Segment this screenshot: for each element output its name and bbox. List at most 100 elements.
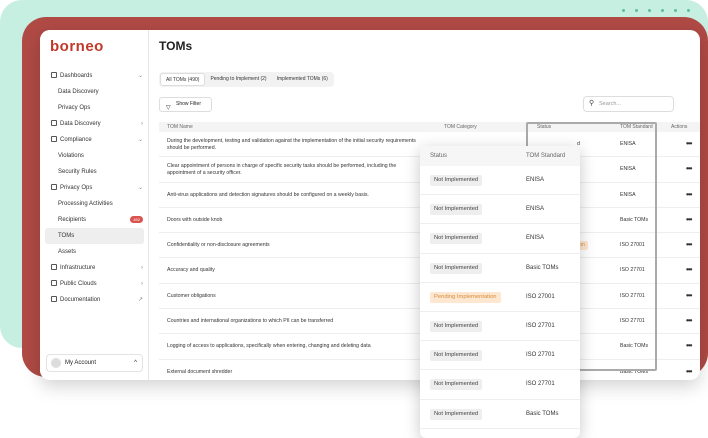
tom-standard-label: ISO 27701 <box>526 322 555 329</box>
popup-row: Not Implemented ISO 27701 <box>420 341 580 371</box>
sidebar-item-label: Assets <box>58 249 77 255</box>
tom-name-cell: Clear appointment of persons in charge o… <box>167 162 397 176</box>
sidebar-item-label: Violations <box>58 153 84 159</box>
row-actions-button[interactable]: ••• <box>686 284 692 307</box>
tom-name-cell: Logging of access to applications, speci… <box>167 343 371 350</box>
header-actions: Actions <box>671 124 688 130</box>
popup-row: Not Implemented ISO 27701 <box>420 370 580 400</box>
decorative-dots <box>622 9 690 12</box>
sidebar-item-violations[interactable]: Violations <box>40 148 149 164</box>
sidebar-item-privacy-ops[interactable]: Privacy Ops <box>40 100 149 116</box>
status-chip: Pending Implementation <box>430 291 501 303</box>
tom-name-cell: Accuracy and quality <box>167 267 215 274</box>
popup-header-standard: TOM Standard <box>526 153 566 159</box>
tom-standard-label: Basic TOMs <box>526 264 559 271</box>
tom-standard-label: ENISA <box>526 206 545 213</box>
chevron-icon: ⌄ <box>137 185 143 191</box>
popup-row: Not Implemented ENISA <box>420 195 580 225</box>
sidebar-item-dashboards[interactable]: Dashboards ⌄ <box>40 68 149 84</box>
sidebar-item-label: Data Discovery <box>60 121 101 127</box>
my-account-button[interactable]: My Account ^ <box>46 354 143 372</box>
page-title: TOMs <box>159 39 193 53</box>
popup-header: Status TOM Standard <box>420 146 580 166</box>
infrastructure-icon <box>51 264 57 270</box>
chevron-up-icon: ^ <box>134 360 137 366</box>
sidebar-item-compliance[interactable]: Compliance ⌄ <box>40 132 149 148</box>
sidebar-item-recipients[interactable]: Recipients 492 <box>40 212 149 228</box>
sidebar-item-label: Infrastructure <box>60 265 96 271</box>
sidebar-item-label: Security Rules <box>58 169 97 175</box>
search-input[interactable]: ⚲ Search... <box>583 96 674 112</box>
sidebar-item-security-rules[interactable]: Security Rules <box>40 164 149 180</box>
row-actions-button[interactable]: ••• <box>686 309 692 332</box>
chevron-icon: › <box>141 265 143 271</box>
tab-pending-to-implement-2[interactable]: Pending to Implement (2) <box>205 73 271 86</box>
tom-name-cell: Confidentiality or non-disclosure agreem… <box>167 242 270 249</box>
sidebar-item-privacy-ops[interactable]: Privacy Ops ⌄ <box>40 180 149 196</box>
account-label: My Account <box>65 360 97 366</box>
popup-body: Not Implemented ENISA Not Implemented ENISA… <box>420 166 580 438</box>
row-actions-button[interactable]: ••• <box>686 208 692 231</box>
status-chip: Not Implemented <box>430 320 483 332</box>
sidebar-item-data-discovery[interactable]: Data Discovery <box>40 84 149 100</box>
header-tom-name[interactable]: TOM Name <box>167 122 193 132</box>
status-chip: Not Implemented <box>430 408 483 420</box>
brand-logo[interactable]: borneo <box>50 38 104 55</box>
compliance-icon <box>51 136 57 142</box>
tab-all-toms-490[interactable]: All TOMs (490) <box>160 73 206 86</box>
chevron-icon: ↗ <box>137 297 143 303</box>
status-chip: Not Implemented <box>430 233 483 245</box>
row-actions-button[interactable]: ••• <box>686 360 692 380</box>
tab-bar: All TOMs (490) Pending to Implement (2) Im… <box>159 72 334 87</box>
tom-standard-label: ENISA <box>526 177 545 183</box>
search-icon: ⚲ <box>589 100 595 107</box>
sidebar-item-toms[interactable]: TOMs <box>45 228 144 244</box>
show-filter-button[interactable]: ▽ Show Filter <box>159 97 212 112</box>
popup-row: Not ImplementedBasic TOMs <box>420 429 580 438</box>
tom-name-cell: During the development, testing and vali… <box>167 137 416 151</box>
doc-icon <box>51 296 57 302</box>
popup-row: Pending Implementation ISO 27001 <box>420 283 580 312</box>
row-actions-button[interactable]: ••• <box>686 132 692 155</box>
cloud-icon <box>51 280 57 286</box>
sidebar-item-label: Data Discovery <box>58 89 99 95</box>
chevron-icon: ⌄ <box>137 137 143 143</box>
sidebar-item-public-clouds[interactable]: Public Clouds › <box>40 276 149 292</box>
sidebar-item-infrastructure[interactable]: Infrastructure › <box>40 260 149 276</box>
avatar <box>51 358 61 368</box>
tom-name-cell: External document shredder <box>167 368 233 375</box>
chevron-icon: › <box>141 121 143 127</box>
tom-standard-label: ISO 27701 <box>526 381 555 388</box>
tab-implemented-toms-6[interactable]: Implemented TOMs (6) <box>272 73 333 86</box>
tom-standard-label: ISO 27701 <box>526 352 555 359</box>
row-actions-button[interactable]: ••• <box>686 334 692 357</box>
sidebar-item-label: Processing Activities <box>58 201 113 207</box>
tom-standard-label: Basic TOMs <box>526 410 559 417</box>
row-actions-button[interactable]: ••• <box>686 183 692 206</box>
row-actions-button[interactable]: ••• <box>686 157 692 180</box>
chevron-icon: ⌄ <box>137 73 143 79</box>
sidebar-item-label: Recipients <box>58 217 87 223</box>
popup-row: Not Implemented ISO 27701 <box>420 312 580 342</box>
tom-name-cell: Doors with outside knob <box>167 216 223 223</box>
row-actions-button[interactable]: ••• <box>686 233 692 256</box>
sidebar-item-documentation[interactable]: Documentation ↗ <box>40 292 149 308</box>
sidebar-item-assets[interactable]: Assets <box>40 244 149 260</box>
status-chip: Not Implemented <box>430 262 483 274</box>
tom-standard-label: ENISA <box>526 235 545 242</box>
header-tom-category[interactable]: TOM Category <box>444 122 477 132</box>
search-placeholder: Search... <box>599 101 622 107</box>
row-actions-button[interactable]: ••• <box>686 258 692 281</box>
sidebar-item-label: Privacy Ops <box>58 105 91 111</box>
popup-header-status: Status <box>430 153 448 159</box>
chevron-icon: › <box>141 281 143 287</box>
sidebar-item-label: Privacy Ops <box>60 185 93 191</box>
sidebar-item-label: Dashboards <box>60 73 93 79</box>
sidebar-item-processing-activities[interactable]: Processing Activities <box>40 196 149 212</box>
sidebar-item-data-discovery[interactable]: Data Discovery › <box>40 116 149 132</box>
sidebar-nav: Dashboards ⌄ Data Discovery Privacy Ops Data… <box>40 68 149 308</box>
count-badge: 492 <box>130 216 143 223</box>
tom-standard-label: ISO 27001 <box>526 293 555 300</box>
sidebar-item-label: Documentation <box>60 297 101 303</box>
status-chip: Not Implemented <box>430 204 483 216</box>
